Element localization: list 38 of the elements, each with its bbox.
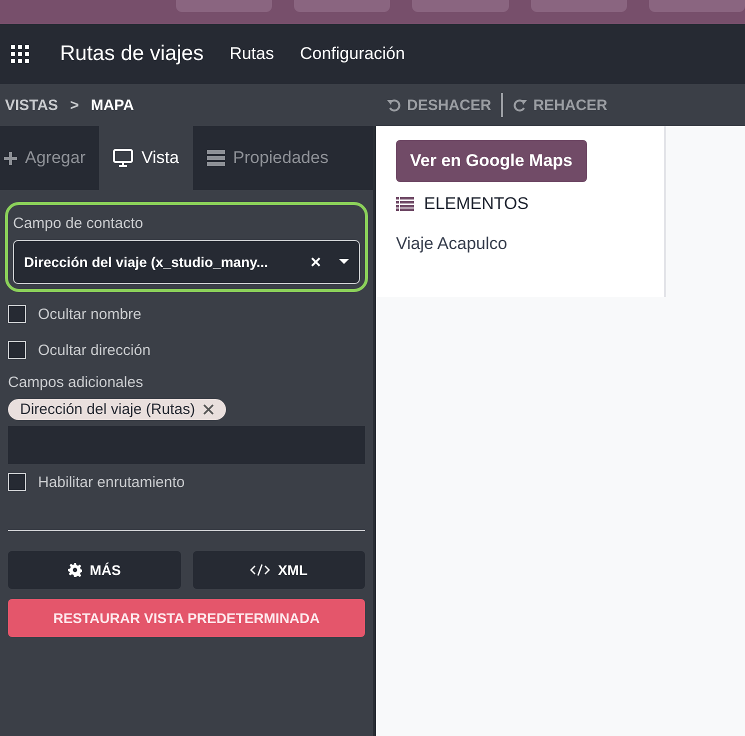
sidebar-tab[interactable]: Propiedades — [192, 126, 342, 190]
contact-field-select[interactable]: Dirección del viaje (x_studio_many... × — [13, 240, 360, 284]
checkbox[interactable] — [8, 305, 26, 323]
caret-icon — [339, 259, 349, 265]
monitor-icon — [113, 149, 134, 167]
redo-button[interactable]: REHACER — [513, 96, 608, 114]
breadcrumb-separator: > — [70, 96, 79, 114]
server-icon — [206, 150, 225, 166]
apps-grid-icon[interactable] — [10, 44, 30, 64]
list-icon — [396, 197, 414, 211]
checkbox-label: Ocultar dirección — [38, 342, 151, 358]
checkbox[interactable] — [8, 473, 26, 491]
section-title: ELEMENTOS — [424, 194, 529, 214]
sidebar-tab[interactable]: Vista — [99, 126, 193, 190]
menu-item[interactable]: Configuración — [300, 44, 405, 64]
settings-icon — [68, 563, 82, 577]
menu-item[interactable]: Rutas — [230, 44, 274, 64]
app-title: Rutas de viajes — [60, 42, 204, 66]
checkbox-label: Habilitar enrutamiento — [38, 474, 185, 490]
field-label: Campos adicionales — [8, 374, 144, 391]
google-maps-button[interactable]: Ver en Google Maps — [396, 140, 586, 182]
xml-button[interactable]: XML — [192, 551, 365, 589]
list-item[interactable]: Viaje Acapulco — [396, 234, 644, 254]
undo-button[interactable]: DESHACER — [387, 96, 492, 114]
breadcrumb-item: MAPA — [90, 96, 134, 114]
plus-icon — [4, 152, 17, 164]
tag: Dirección del viaje (Rutas) — [8, 399, 226, 420]
checkbox-label: Ocultar nombre — [38, 306, 142, 322]
more-button[interactable]: MÁS — [8, 551, 180, 589]
breadcrumb-item[interactable]: VISTAS — [5, 96, 58, 114]
sidebar-tab[interactable]: Agregar — [0, 126, 100, 190]
remove-tag-icon[interactable] — [203, 404, 214, 415]
field-label: Campo de contacto — [13, 215, 144, 232]
redo-icon — [513, 98, 528, 112]
undo-icon — [387, 98, 401, 112]
checkbox[interactable] — [8, 341, 26, 359]
clear-icon[interactable]: × — [310, 252, 321, 272]
code-icon — [250, 564, 270, 576]
